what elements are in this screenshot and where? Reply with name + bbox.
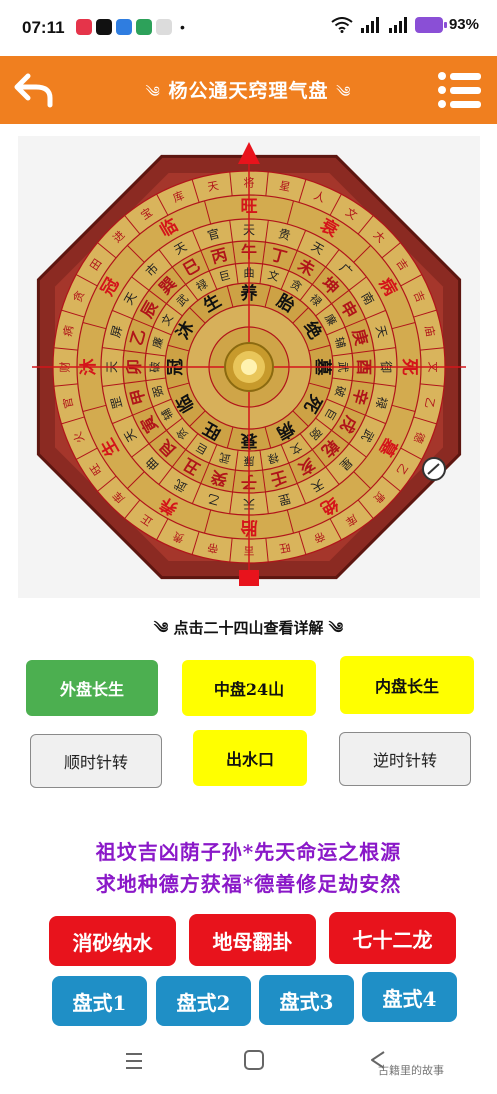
back-arrow-icon[interactable] <box>14 72 54 108</box>
center-hub-core <box>241 359 257 375</box>
pan-style-2-button[interactable]: 盘式2 <box>156 976 251 1026</box>
status-time: 07:11 <box>22 18 65 37</box>
battery-icon <box>414 16 447 33</box>
menu-icon[interactable] <box>437 70 483 110</box>
inner-ring-button[interactable]: 内盘长生 <box>340 656 474 714</box>
title-ornament-right: ༄ <box>336 83 352 101</box>
south-marker <box>239 570 259 586</box>
middle-ring-button[interactable]: 中盘24山 <box>182 660 316 716</box>
battery-level: 93% <box>448 16 479 33</box>
app-blue-icon <box>116 19 132 35</box>
dimu-gua-button[interactable]: 地母翻卦 <box>189 914 316 966</box>
signal-icon <box>360 16 379 33</box>
sha-water-button[interactable]: 消砂纳水 <box>49 916 176 966</box>
app-green-icon <box>136 19 152 35</box>
signal-icon-2 <box>388 16 407 33</box>
hint-ornament-right: ༄ <box>328 619 344 637</box>
tap-hint-text: 点击二十四山查看详解 <box>173 619 324 637</box>
pan-style-1-button[interactable]: 盘式1 <box>52 976 147 1026</box>
rotate-clockwise-button[interactable]: 顺时针转 <box>30 734 162 788</box>
tap-hint: ༄ 点击二十四山查看详解 ༄ <box>0 612 497 654</box>
recent-apps-icon[interactable] <box>124 1052 144 1070</box>
hint-ornament-left: ༄ <box>153 619 169 637</box>
poem-line-1: 祖坟吉凶荫子孙*先天命运之根源 <box>95 840 402 864</box>
watermark: 古籍里的故事 <box>378 1064 444 1077</box>
wechat-icon <box>156 19 172 35</box>
compass-dial-icon[interactable]: 将星人文大吉吉庙文乙德乙贵库帝旺吉帝贵正库旺火官财病贪田进宝库天旺衰病死墓绝胎养… <box>18 136 480 598</box>
app-header: ༄ 杨公通天窍理气盘 ༄ <box>0 56 497 124</box>
home-icon[interactable] <box>244 1050 264 1070</box>
water-outlet-button[interactable]: 出水口 <box>193 730 307 786</box>
app-red-icon <box>76 19 92 35</box>
pan-style-3-button[interactable]: 盘式3 <box>259 975 354 1025</box>
notification-icons: • <box>76 19 185 35</box>
tiktok-icon <box>96 19 112 35</box>
title-ornament-left: ༄ <box>145 83 161 101</box>
system-nav-bar: 古籍里的故事 <box>0 1040 497 1094</box>
page-title: ༄ 杨公通天窍理气盘 ༄ <box>100 76 397 118</box>
pan-style-4-button[interactable]: 盘式4 <box>362 972 457 1022</box>
status-right: 93% <box>331 16 479 33</box>
page-title-text: 杨公通天窍理气盘 <box>168 80 329 102</box>
rotate-counterclockwise-button[interactable]: 逆时针转 <box>339 732 471 786</box>
more-dot-icon: • <box>180 19 185 35</box>
wifi-icon <box>331 16 353 33</box>
seventy-two-dragons-button[interactable]: 七十二龙 <box>329 912 456 964</box>
poem-line-2: 求地种德方获福*德善修足劫安然 <box>95 872 402 896</box>
luopan-compass[interactable]: 将星人文大吉吉庙文乙德乙贵库帝旺吉帝贵正库旺火官财病贪田进宝库天旺衰病死墓绝胎养… <box>18 136 480 598</box>
outer-ring-button[interactable]: 外盘长生 <box>26 660 158 716</box>
status-bar: 07:11 • 93% <box>0 0 497 56</box>
